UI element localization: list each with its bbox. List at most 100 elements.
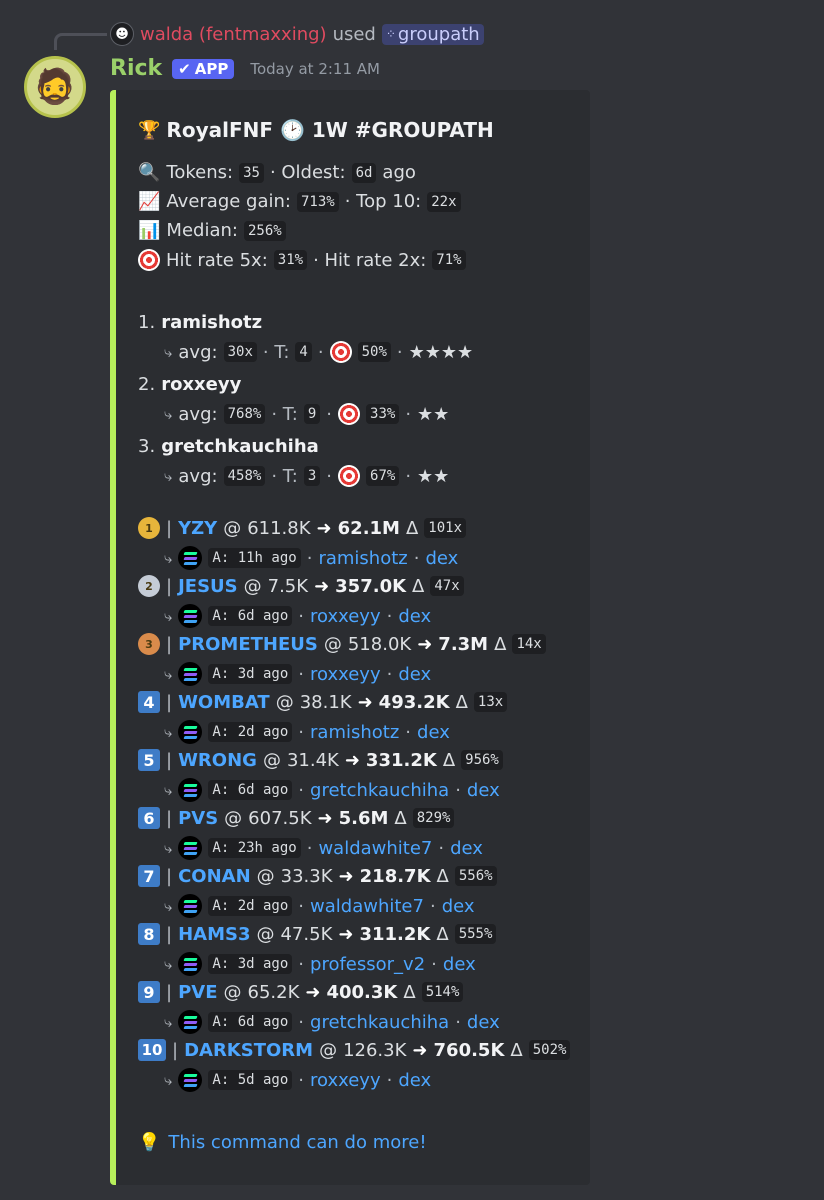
rank-number-icon: 4: [138, 691, 160, 713]
token-name-link[interactable]: PVE: [178, 982, 217, 1003]
age-label: A:: [212, 782, 230, 798]
author-avatar[interactable]: 🧔: [24, 56, 86, 118]
command-mention[interactable]: ⁘ groupath: [381, 23, 484, 45]
dex-link[interactable]: dex: [398, 1070, 431, 1091]
rank-number-icon: 10: [138, 1039, 166, 1061]
command-name: groupath: [397, 23, 480, 45]
token-name-link[interactable]: PVS: [178, 808, 218, 829]
median-value: 256%: [243, 220, 286, 241]
token-row: 10 | DARKSTORM @126.3K ➜ 760.5K Δ 502%: [138, 1039, 571, 1061]
caller-link[interactable]: waldawhite7: [318, 838, 432, 859]
solana-icon: [178, 1068, 203, 1092]
at-sign: @: [243, 575, 262, 597]
separator: ·: [317, 341, 324, 363]
divider: |: [166, 575, 173, 597]
age-value: 3d ago: [237, 956, 289, 972]
delta-symbol: Δ: [412, 575, 425, 597]
app-badge: ✔ APP: [172, 58, 235, 79]
dex-link[interactable]: dex: [425, 548, 458, 569]
caller-name: roxxeyy: [161, 374, 242, 395]
oldest-value: 6d: [351, 162, 377, 183]
delta-symbol: Δ: [436, 923, 449, 945]
dex-link[interactable]: dex: [398, 664, 431, 685]
age-badge: A: 5d ago: [208, 1070, 293, 1090]
caller-row: 2. roxxeyy: [138, 374, 241, 395]
embed-title-text: RoyalFNF 🕑 1W #GROUPATH: [166, 118, 494, 142]
token-name-link[interactable]: DARKSTORM: [184, 1040, 313, 1061]
caller-name: gretchkauchiha: [161, 436, 319, 457]
token-detail-row: ⤷ A: 11h ago · ramishotz · dex: [164, 546, 458, 570]
age-value: 2d ago: [237, 898, 289, 914]
token-multiplier: 556%: [454, 866, 497, 886]
solana-icon: [178, 604, 203, 628]
token-multiplier: 514%: [421, 982, 464, 1002]
token-name-link[interactable]: PROMETHEUS: [178, 634, 318, 655]
t-label: · T:: [271, 465, 298, 487]
avg-label: Average gain:: [166, 191, 291, 212]
reply-username[interactable]: walda (fentmaxxing): [140, 24, 327, 45]
timestamp[interactable]: Today at 2:11 AM: [250, 60, 380, 78]
caller-link[interactable]: ramishotz: [318, 548, 407, 569]
token-name-link[interactable]: WOMBAT: [178, 692, 270, 713]
caller-row: 3. gretchkauchiha: [138, 436, 319, 457]
delta-symbol: Δ: [510, 1039, 523, 1061]
caller-link[interactable]: waldawhite7: [310, 896, 424, 917]
author-name[interactable]: Rick: [110, 56, 162, 81]
at-sign: @: [256, 865, 275, 887]
age-badge: A: 2d ago: [208, 896, 293, 916]
dex-link[interactable]: dex: [467, 780, 500, 801]
reply-hook-icon: ⤷: [164, 405, 173, 423]
caller-row: 1. ramishotz: [138, 312, 262, 333]
dex-link[interactable]: dex: [398, 606, 431, 627]
stat-average: 📈 Average gain: 713% · Top 10: 22x: [138, 191, 461, 212]
reply-hook-icon: ⤷: [164, 781, 173, 799]
divider: |: [166, 517, 173, 539]
token-multiplier: 555%: [454, 924, 497, 944]
solana-icon: [178, 662, 203, 686]
token-name-link[interactable]: WRONG: [178, 750, 257, 771]
token-row: 7 | CONAN @33.3K ➜ 218.7K Δ 556%: [138, 865, 497, 887]
reply-hook-icon: ⤷: [164, 839, 173, 857]
token-name-link[interactable]: YZY: [178, 518, 217, 539]
avg-value: 713%: [297, 191, 339, 212]
caller-stats: ⤷ avg: 30x · T: 4 · 50% · ★★★★: [164, 341, 473, 363]
at-sign: @: [223, 981, 242, 1003]
arrow-icon: ➜: [316, 517, 332, 539]
arrow-icon: ➜: [338, 923, 354, 945]
caller-link[interactable]: gretchkauchiha: [310, 780, 449, 801]
dex-link[interactable]: dex: [467, 1012, 500, 1033]
footer-link[interactable]: This command can do more!: [168, 1132, 426, 1153]
tokens-value: 35: [239, 162, 264, 183]
dex-link[interactable]: dex: [442, 896, 475, 917]
token-row: 1 | YZY @611.8K ➜ 62.1M Δ 101x: [138, 517, 467, 539]
dex-link[interactable]: dex: [443, 954, 476, 975]
caller-link[interactable]: roxxeyy: [310, 1070, 381, 1091]
dex-link[interactable]: dex: [450, 838, 483, 859]
caller-link[interactable]: roxxeyy: [310, 664, 381, 685]
separator: ·: [298, 895, 305, 917]
peak-mcap: 400.3K: [326, 981, 398, 1003]
dex-link[interactable]: dex: [417, 722, 450, 743]
token-name-link[interactable]: JESUS: [178, 576, 238, 597]
arrow-icon: ➜: [357, 691, 373, 713]
separator: ·: [298, 1069, 305, 1091]
caller-link[interactable]: roxxeyy: [310, 606, 381, 627]
caller-link[interactable]: ramishotz: [310, 722, 399, 743]
t-label: · T:: [271, 403, 298, 425]
delta-symbol: Δ: [436, 865, 449, 887]
token-name-link[interactable]: HAMS3: [178, 924, 250, 945]
reply-hook-icon: ⤷: [164, 1013, 173, 1031]
token-name-link[interactable]: CONAN: [178, 866, 251, 887]
caller-link[interactable]: professor_v2: [310, 954, 425, 975]
age-label: A:: [212, 1014, 230, 1030]
caller-link[interactable]: gretchkauchiha: [310, 1012, 449, 1033]
age-value: 6d ago: [237, 1014, 289, 1030]
token-row: 8 | HAMS3 @47.5K ➜ 311.2K Δ 555%: [138, 923, 497, 945]
reply-avatar[interactable]: ☻: [110, 22, 134, 46]
token-row: 5 | WRONG @31.4K ➜ 331.2K Δ 956%: [138, 749, 503, 771]
reply-context[interactable]: ☻ walda (fentmaxxing) used ⁘ groupath: [110, 22, 484, 46]
divider: |: [166, 981, 173, 1003]
separator: ·: [298, 1011, 305, 1033]
caller-name: ramishotz: [161, 312, 263, 333]
token-detail-row: ⤷ A: 2d ago · waldawhite7 · dex: [164, 894, 475, 918]
